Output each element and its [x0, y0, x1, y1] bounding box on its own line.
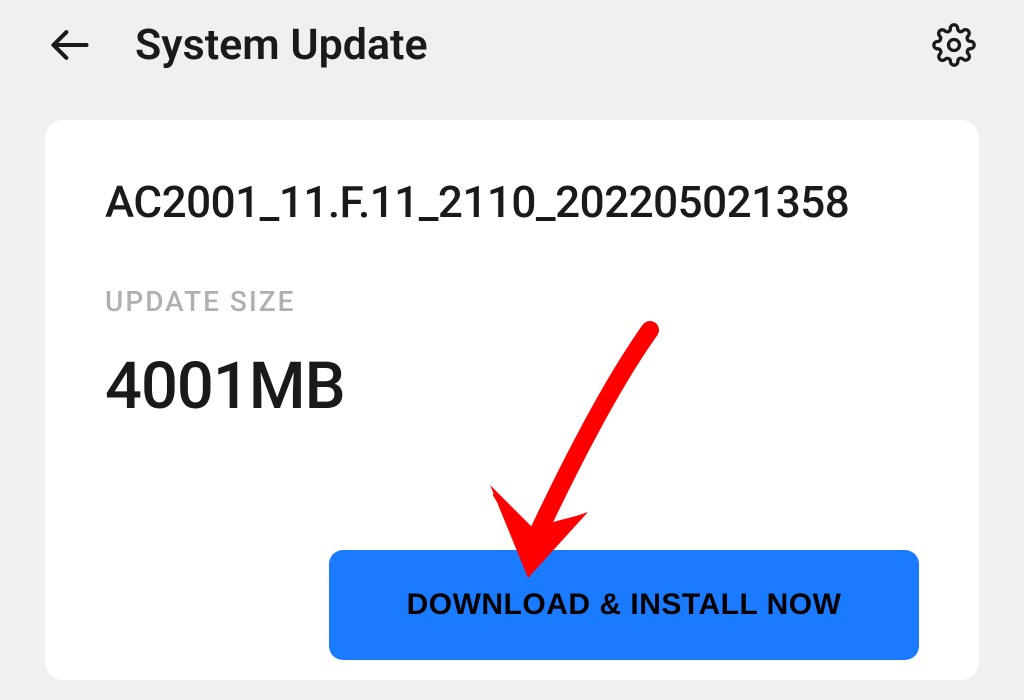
gear-icon[interactable]	[929, 20, 979, 70]
header-bar: System Update	[0, 0, 1024, 90]
update-card: AC2001_11.F.11_2110_202205021358 UPDATE …	[45, 120, 979, 680]
back-arrow-icon[interactable]	[45, 20, 95, 70]
download-install-button[interactable]: DOWNLOAD & INSTALL NOW	[329, 550, 919, 660]
update-size-label: UPDATE SIZE	[105, 285, 919, 318]
update-size-value: 4001MB	[105, 348, 919, 424]
build-version-text: AC2001_11.F.11_2110_202205021358	[105, 175, 919, 230]
page-title: System Update	[135, 20, 929, 70]
